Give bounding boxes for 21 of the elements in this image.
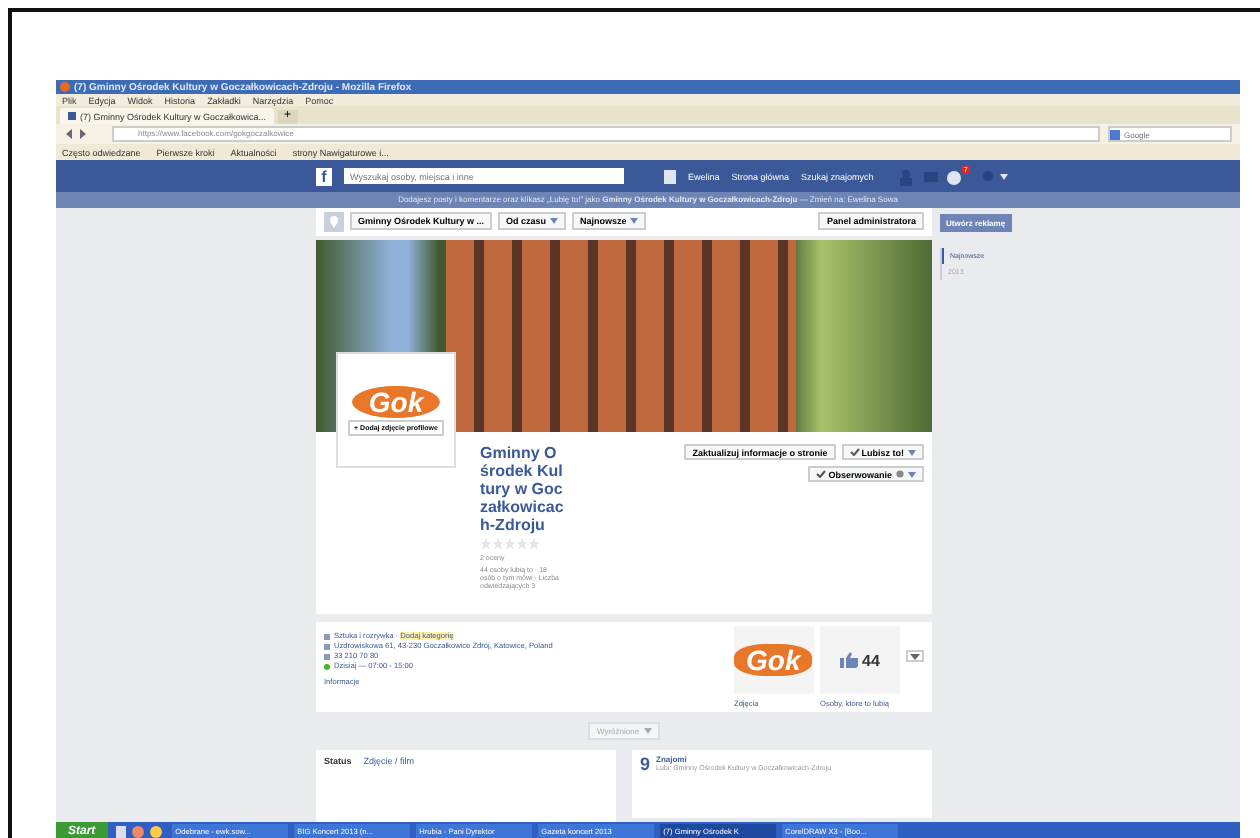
gear-icon bbox=[896, 470, 904, 479]
caret-icon bbox=[910, 653, 920, 659]
caret-icon bbox=[550, 218, 559, 225]
quick-launch-icons[interactable] bbox=[113, 824, 166, 838]
thumbs-up-icon bbox=[840, 652, 859, 668]
caret-icon bbox=[908, 472, 916, 479]
favicon-icon bbox=[68, 112, 76, 120]
search-engine-icon bbox=[1110, 129, 1120, 139]
check-icon bbox=[849, 448, 860, 457]
facebook-logo[interactable]: f bbox=[316, 167, 332, 185]
gok-logo: Gok bbox=[352, 385, 440, 418]
check-icon bbox=[816, 470, 827, 479]
avatar-icon bbox=[664, 169, 676, 183]
friends-count: 9 bbox=[640, 754, 651, 778]
page-name: Gminny Ośrodek Kultury w Goczałkowicach-Zdroju bbox=[480, 444, 564, 535]
firefox-icon bbox=[60, 82, 70, 92]
more-dropdown[interactable] bbox=[906, 650, 924, 662]
caret-icon bbox=[908, 450, 916, 457]
caret-icon bbox=[643, 728, 652, 734]
likes-box[interactable]: 44 bbox=[820, 626, 900, 694]
caret-icon bbox=[630, 218, 639, 225]
